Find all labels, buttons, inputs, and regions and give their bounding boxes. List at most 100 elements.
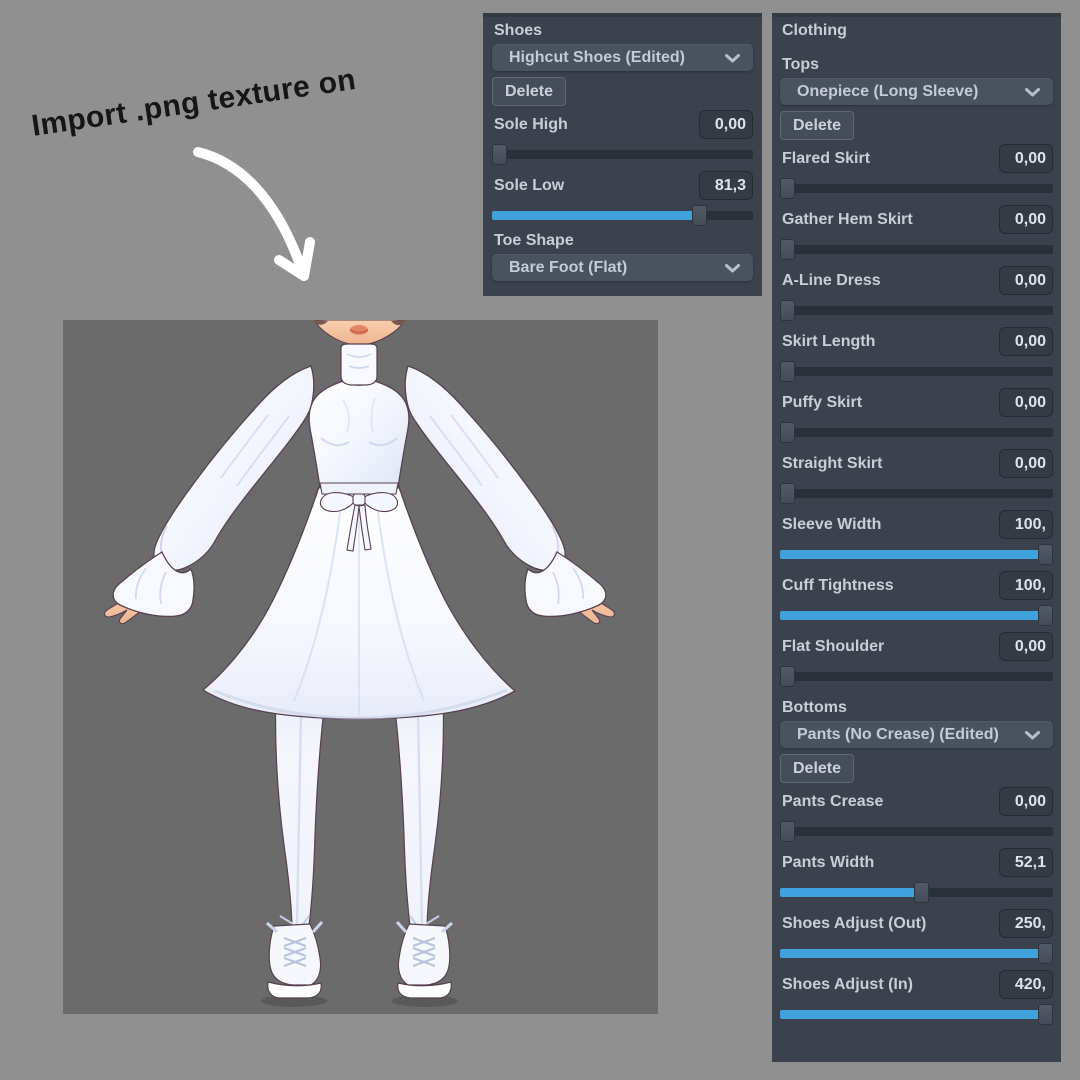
param-label: Pants Width — [782, 853, 875, 871]
param-slider[interactable] — [780, 1004, 1053, 1025]
slider-handle[interactable] — [492, 144, 507, 165]
slider-track — [780, 184, 1053, 193]
bottoms-preset-dropdown[interactable]: Pants (No Crease) (Edited) — [780, 721, 1053, 748]
param-head: Pants Crease 0,00 — [780, 787, 1053, 816]
param-label: Pants Crease — [782, 792, 884, 810]
param-value-box[interactable]: 52,1 — [999, 848, 1053, 877]
slider-track — [780, 827, 1053, 836]
tops-preset-dropdown[interactable]: Onepiece (Long Sleeve) — [780, 78, 1053, 105]
param-value-box[interactable]: 420, — [999, 970, 1053, 999]
toe-shape-label: Toe Shape — [494, 232, 574, 249]
param-slider[interactable] — [780, 882, 1053, 903]
param-label: Skirt Length — [782, 332, 876, 350]
bottoms-param-list: Pants Crease 0,00 Pants Width 52,1 Shoes Adj… — [780, 787, 1053, 1025]
param-value-box[interactable]: 250, — [999, 909, 1053, 938]
param-slider[interactable] — [780, 178, 1053, 199]
slider-track — [780, 1010, 1053, 1019]
param-value-box[interactable]: 100, — [999, 510, 1053, 539]
param-value-box[interactable]: 0,00 — [999, 327, 1053, 356]
slider-handle[interactable] — [1038, 605, 1053, 626]
param-label: A-Line Dress — [782, 271, 881, 289]
toe-shape-dropdown[interactable]: Bare Foot (Flat) — [492, 254, 753, 281]
chevron-down-icon — [1025, 88, 1040, 97]
slider-handle[interactable] — [780, 300, 795, 321]
param-head: Puffy Skirt 0,00 — [780, 388, 1053, 417]
slider-fill — [780, 888, 923, 897]
bottoms-label: Bottoms — [782, 699, 847, 716]
param-value-box[interactable]: 0,00 — [999, 266, 1053, 295]
delete-button[interactable]: Delete — [780, 111, 855, 140]
character-viewport[interactable] — [63, 320, 658, 1014]
slider-handle[interactable] — [780, 666, 795, 687]
param-value-box[interactable]: 0,00 — [999, 787, 1053, 816]
param-label: Flared Skirt — [782, 149, 871, 167]
param-slider[interactable] — [780, 239, 1053, 260]
param-head: Straight Skirt 0,00 — [780, 449, 1053, 478]
param-row-a-line-dress: A-Line Dress 0,00 — [780, 266, 1053, 321]
param-value-box[interactable]: 100, — [999, 571, 1053, 600]
param-row-straight-skirt: Straight Skirt 0,00 — [780, 449, 1053, 504]
param-value-box[interactable]: 0,00 — [999, 205, 1053, 234]
slider-handle[interactable] — [780, 361, 795, 382]
slider-handle[interactable] — [1038, 943, 1053, 964]
param-label: Cuff Tightness — [782, 576, 894, 594]
shoes-param-list: Sole High 0,00 Sole Low 81,3 — [492, 110, 753, 226]
slider-track — [780, 367, 1053, 376]
slider-handle[interactable] — [1038, 544, 1053, 565]
param-slider[interactable] — [780, 483, 1053, 504]
param-row-sole-high: Sole High 0,00 — [492, 110, 753, 165]
slider-fill — [492, 211, 705, 220]
param-value-box[interactable]: 0,00 — [999, 449, 1053, 478]
param-slider[interactable] — [780, 943, 1053, 964]
param-value-box[interactable]: 0,00 — [999, 144, 1053, 173]
param-label: Flat Shoulder — [782, 637, 885, 655]
param-row-flat-shoulder: Flat Shoulder 0,00 — [780, 632, 1053, 687]
param-slider[interactable] — [780, 666, 1053, 687]
dress-bodice — [308, 379, 410, 489]
slider-fill — [780, 550, 1053, 559]
slider-track — [780, 489, 1053, 498]
shoes-panel-title: Shoes — [494, 22, 543, 39]
slider-handle[interactable] — [780, 483, 795, 504]
slider-fill — [780, 1010, 1053, 1019]
param-slider[interactable] — [780, 422, 1053, 443]
param-value-box[interactable]: 0,00 — [699, 110, 753, 139]
param-slider[interactable] — [780, 300, 1053, 321]
param-slider[interactable] — [780, 361, 1053, 382]
param-value-box[interactable]: 81,3 — [699, 171, 753, 200]
param-label: Sole High — [494, 115, 568, 133]
slider-handle[interactable] — [780, 178, 795, 199]
slider-handle[interactable] — [780, 422, 795, 443]
delete-button[interactable]: Delete — [780, 754, 855, 783]
param-value-box[interactable]: 0,00 — [999, 388, 1053, 417]
lips — [350, 325, 368, 335]
slider-track — [780, 550, 1053, 559]
param-label: Shoes Adjust (In) — [782, 975, 913, 993]
dropdown-value: Bare Foot (Flat) — [509, 258, 628, 276]
param-slider[interactable] — [780, 544, 1053, 565]
slider-handle[interactable] — [780, 821, 795, 842]
param-head: A-Line Dress 0,00 — [780, 266, 1053, 295]
param-row-puffy-skirt: Puffy Skirt 0,00 — [780, 388, 1053, 443]
slider-handle[interactable] — [1038, 1004, 1053, 1025]
param-row-gather-hem-skirt: Gather Hem Skirt 0,00 — [780, 205, 1053, 260]
slider-track — [780, 611, 1053, 620]
slider-handle[interactable] — [914, 882, 930, 903]
slider-handle[interactable] — [780, 239, 795, 260]
slider-track — [780, 306, 1053, 315]
dropdown-value: Onepiece (Long Sleeve) — [797, 82, 979, 100]
shoes-preset-dropdown[interactable]: Highcut Shoes (Edited) — [492, 44, 753, 71]
param-slider[interactable] — [780, 821, 1053, 842]
clothing-panel: Clothing Tops Onepiece (Long Sleeve) Del… — [772, 13, 1061, 1062]
param-slider[interactable] — [780, 605, 1053, 626]
param-value-box[interactable]: 0,00 — [999, 632, 1053, 661]
param-row-skirt-length: Skirt Length 0,00 — [780, 327, 1053, 382]
param-row-shoes-adjust-out: Shoes Adjust (Out) 250, — [780, 909, 1053, 964]
delete-button[interactable]: Delete — [492, 77, 567, 106]
param-slider[interactable] — [492, 144, 753, 165]
param-label: Shoes Adjust (Out) — [782, 914, 927, 932]
param-row-sleeve-width: Sleeve Width 100, — [780, 510, 1053, 565]
slider-handle[interactable] — [692, 205, 707, 226]
param-slider[interactable] — [492, 205, 753, 226]
slider-track — [780, 949, 1053, 958]
